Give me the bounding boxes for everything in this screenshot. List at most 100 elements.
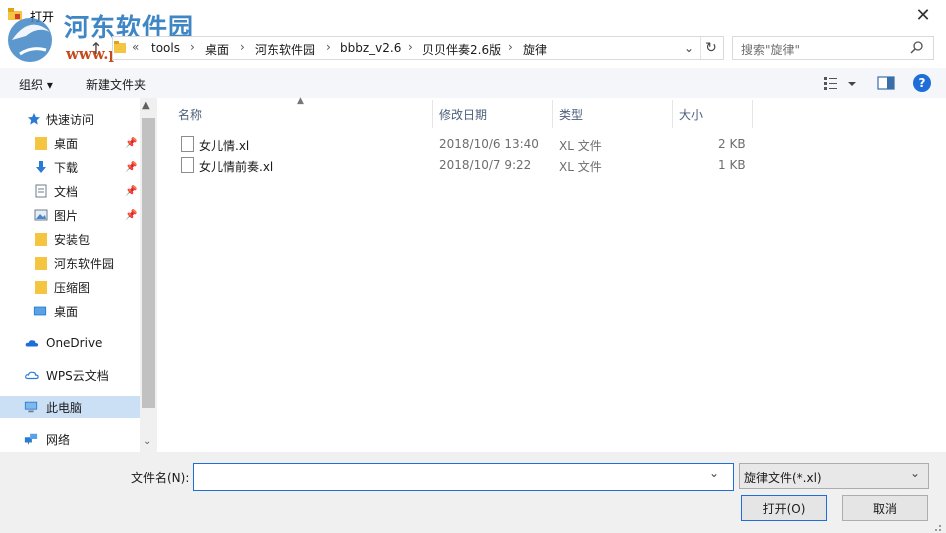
breadcrumb-separator[interactable]: › (408, 40, 413, 54)
watermark-logo-icon (8, 18, 52, 62)
breadcrumb-desktop[interactable]: 桌面 (205, 41, 229, 58)
sidebar-item-label: 网络 (46, 432, 71, 447)
sidebar-item-downloads[interactable]: 下载 📌 (0, 156, 140, 178)
pin-icon: 📌 (125, 209, 138, 221)
sidebar-item-this-pc[interactable]: 此电脑 (0, 396, 140, 418)
filename-label: 文件名(N): (131, 471, 190, 485)
breadcrumb-bbbz[interactable]: bbbz_v2.6 (340, 41, 401, 55)
star-icon (28, 113, 40, 125)
pin-icon: 📌 (125, 161, 138, 173)
refresh-button[interactable]: ↻ (700, 37, 721, 59)
chevron-down-icon[interactable]: ⌄ (910, 466, 920, 480)
folder-icon (35, 281, 47, 294)
organize-button[interactable]: 组织 ▾ (19, 76, 53, 93)
column-header-modified[interactable]: 修改日期 (439, 106, 487, 123)
file-type: XL 文件 (559, 139, 602, 153)
file-name[interactable]: 女儿情前奏.xl (199, 158, 273, 175)
column-divider[interactable] (432, 100, 433, 128)
sidebar-item-label: 安装包 (54, 232, 91, 247)
sidebar-item-documents[interactable]: 文档 📌 (0, 180, 140, 202)
filetype-value: 旋律文件(*.xl) (744, 471, 822, 485)
search-input[interactable]: 搜索"旋律" (741, 41, 800, 58)
sidebar-item-label: 河东软件园 (54, 256, 115, 271)
filename-dropdown-icon[interactable]: ⌄ (709, 466, 719, 480)
sidebar-scrollbar-thumb[interactable] (142, 118, 155, 408)
breadcrumb-melody[interactable]: 旋律 (523, 41, 547, 58)
file-icon (181, 136, 194, 152)
sidebar-item-label: WPS云文档 (46, 368, 109, 383)
folder-icon (35, 257, 47, 270)
sidebar-item-label: 此电脑 (46, 400, 83, 415)
resize-grip-icon[interactable] (930, 520, 942, 532)
cancel-button[interactable]: 取消 (842, 495, 928, 521)
navigation-pane: 快速访问 桌面 📌 下载 📌 文档 📌 图片 📌 安装包 河东软件园 压缩图 桌… (0, 98, 157, 452)
close-button[interactable]: ✕ (900, 0, 946, 30)
breadcrumb-hedong[interactable]: 河东软件园 (255, 41, 315, 58)
network-icon (24, 433, 38, 445)
sidebar-item-desktop[interactable]: 桌面 📌 (0, 132, 140, 154)
filename-field[interactable] (193, 463, 734, 491)
picture-icon (34, 209, 48, 221)
folder-icon (35, 233, 47, 246)
sidebar-item-label: OneDrive (46, 336, 103, 350)
sidebar-item-install-pack[interactable]: 安装包 (0, 228, 140, 250)
sidebar-item-wps[interactable]: WPS云文档 (0, 364, 140, 386)
folder-icon (35, 137, 47, 150)
sidebar-item-onedrive[interactable]: OneDrive (0, 332, 140, 354)
cloud-icon (25, 340, 39, 347)
breadcrumb-separator[interactable]: › (190, 40, 195, 54)
help-button[interactable]: ? (913, 74, 931, 92)
column-divider[interactable] (672, 100, 673, 128)
open-button[interactable]: 打开(O) (741, 495, 827, 521)
sidebar-item-label: 图片 (54, 208, 79, 223)
file-name[interactable]: 女儿情.xl (199, 137, 249, 154)
file-size: 1 KB (718, 158, 746, 172)
file-modified: 2018/10/7 9:22 (439, 158, 532, 172)
sidebar-item-label: 压缩图 (54, 280, 91, 295)
sidebar-item-label: 桌面 (54, 136, 79, 151)
column-header-name[interactable]: 名称 (178, 106, 202, 123)
scroll-down-arrow-icon[interactable]: ⌄ (143, 436, 151, 447)
download-arrow-icon (36, 161, 46, 173)
search-icon[interactable] (910, 40, 924, 54)
sidebar-item-network[interactable]: 网络 (0, 428, 140, 450)
scroll-up-arrow-icon[interactable]: ▲ (142, 100, 150, 111)
sort-ascending-icon: ▲ (297, 96, 304, 106)
breadcrumb-tools[interactable]: tools (151, 41, 180, 55)
file-type: XL 文件 (559, 160, 602, 174)
address-overflow-chevron[interactable]: « (132, 40, 139, 54)
file-list (157, 98, 946, 452)
breadcrumb-separator[interactable]: › (240, 40, 245, 54)
pin-icon: 📌 (125, 137, 138, 149)
sidebar-item-quick-access[interactable]: 快速访问 (0, 108, 140, 130)
sidebar-item-desktop-2[interactable]: 桌面 (0, 300, 140, 322)
file-modified: 2018/10/6 13:40 (439, 137, 539, 151)
sidebar-item-hedong[interactable]: 河东软件园 (0, 252, 140, 274)
column-divider[interactable] (752, 100, 753, 128)
up-arrow-button[interactable]: ↑ (86, 37, 106, 59)
computer-icon (24, 401, 38, 413)
preview-pane-icon[interactable] (876, 74, 896, 92)
folder-icon (114, 41, 126, 53)
new-folder-button[interactable]: 新建文件夹 (86, 76, 146, 93)
sidebar-item-label: 下载 (54, 160, 79, 175)
breadcrumb-separator[interactable]: › (326, 40, 331, 54)
cloud-icon (25, 371, 39, 380)
sidebar-item-compressed[interactable]: 压缩图 (0, 276, 140, 298)
column-header-type[interactable]: 类型 (559, 106, 583, 123)
breadcrumb-separator[interactable]: › (508, 40, 513, 54)
breadcrumb-beibei[interactable]: 贝贝伴奏2.6版 (422, 41, 501, 58)
address-history-dropdown[interactable]: ⌄ (681, 38, 697, 58)
change-view-icon[interactable] (822, 74, 862, 92)
pin-icon: 📌 (125, 185, 138, 197)
sidebar-item-label: 文档 (54, 184, 79, 199)
address-bar[interactable] (112, 36, 724, 60)
sidebar-item-label: 快速访问 (46, 112, 95, 127)
sidebar-item-pictures[interactable]: 图片 📌 (0, 204, 140, 226)
sidebar-item-label: 桌面 (54, 304, 79, 319)
document-icon (35, 184, 47, 198)
column-header-size[interactable]: 大小 (679, 106, 703, 123)
file-size: 2 KB (718, 137, 746, 151)
file-icon (181, 157, 194, 173)
column-divider[interactable] (552, 100, 553, 128)
